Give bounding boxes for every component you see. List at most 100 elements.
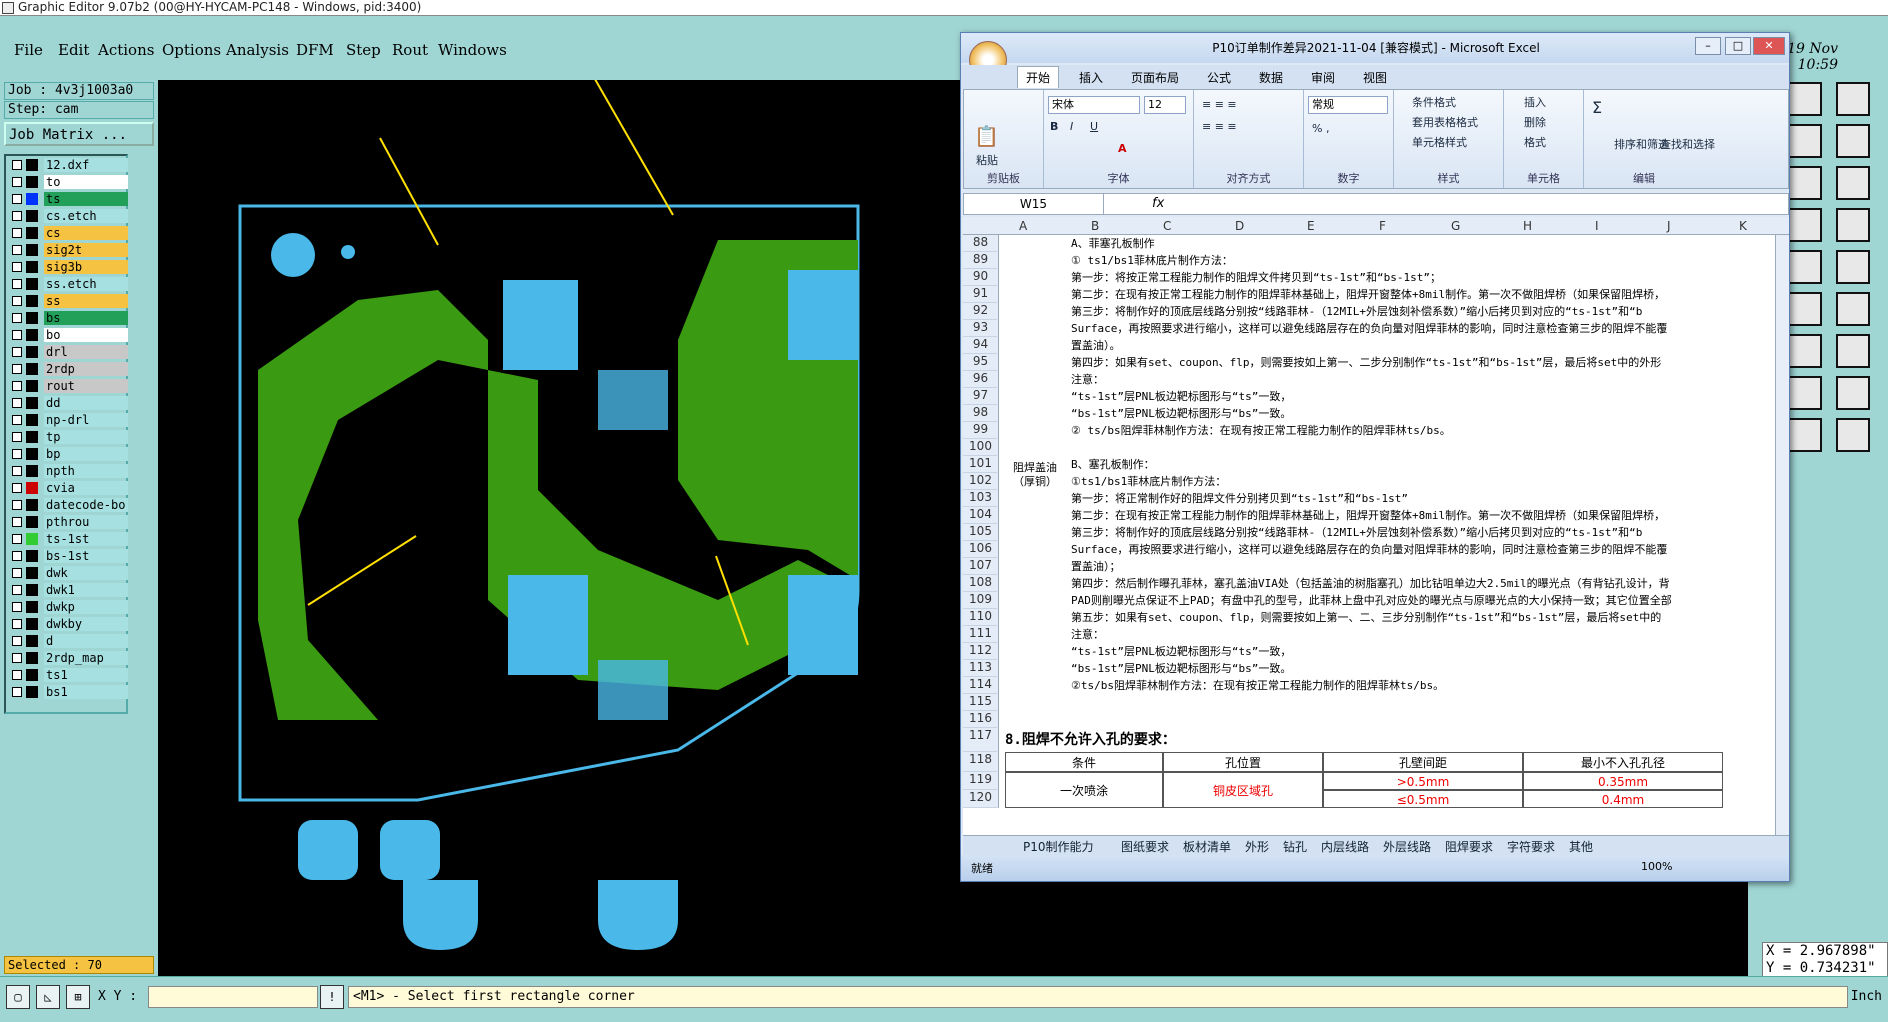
cell-text[interactable]: 第四步：然后制作曝孔菲林，塞孔盖油VIA处（包括盖油的树脂塞孔）加比钻咀单边大2…	[1071, 575, 1771, 592]
layer-name[interactable]: cs	[44, 226, 128, 240]
layer-color-swatch[interactable]	[26, 567, 38, 579]
column-header[interactable]: K	[1739, 219, 1747, 233]
tool-8[interactable]	[1836, 208, 1870, 242]
layer-color-swatch[interactable]	[26, 431, 38, 443]
layer-checkbox[interactable]	[12, 585, 22, 595]
row-number[interactable]: 90	[963, 269, 999, 286]
number-format-select[interactable]: 常规	[1308, 96, 1388, 114]
layer-name[interactable]: ss	[44, 294, 128, 308]
layer-color-swatch[interactable]	[26, 295, 38, 307]
layer-name[interactable]: d	[44, 634, 128, 648]
cell-text[interactable]: 注意：	[1071, 371, 1771, 388]
row-number[interactable]: 104	[963, 507, 999, 524]
menu-edit[interactable]: Edit	[58, 41, 89, 59]
excel-window[interactable]: P10订单制作差异2021-11-04 [兼容模式] - Microsoft E…	[960, 32, 1790, 882]
cell-text[interactable]: 第一步：将正常制作好的阻焊文件分别拷贝到“ts-1st”和“bs-1st”	[1071, 490, 1771, 507]
table-header[interactable]: 孔位置	[1163, 752, 1323, 772]
layer-name[interactable]: dwkp	[44, 600, 128, 614]
layer-color-swatch[interactable]	[26, 482, 38, 494]
row-number[interactable]: 94	[963, 337, 999, 354]
menu-windows[interactable]: Windows	[438, 41, 507, 59]
tool-10[interactable]	[1836, 250, 1870, 284]
layer-checkbox[interactable]	[12, 449, 22, 459]
cell-text[interactable]	[1071, 694, 1771, 711]
layer-checkbox[interactable]	[12, 602, 22, 612]
layer-row[interactable]: cs	[8, 226, 128, 240]
column-header[interactable]: J	[1667, 219, 1671, 233]
sheet-tab[interactable]: P10制作能力	[1023, 838, 1094, 855]
layer-name[interactable]: bp	[44, 447, 128, 461]
layer-color-swatch[interactable]	[26, 261, 38, 273]
xy-input[interactable]	[148, 986, 318, 1008]
layer-name[interactable]: cvia	[44, 481, 128, 495]
cell-text[interactable]: ①ts1/bs1菲林底片制作方法：	[1071, 473, 1771, 490]
tool-17[interactable]	[1788, 418, 1822, 452]
tool-5[interactable]	[1788, 166, 1822, 200]
layer-checkbox[interactable]	[12, 517, 22, 527]
table-cell[interactable]: >0.5mm	[1323, 772, 1523, 790]
tool-9[interactable]	[1788, 250, 1822, 284]
layer-checkbox[interactable]	[12, 347, 22, 357]
sheet-tab[interactable]: 阻焊要求	[1445, 838, 1493, 855]
sheet-tab[interactable]: 图纸要求	[1121, 838, 1169, 855]
cell-text[interactable]: “bs-1st”层PNL板边靶标图形与“bs”一致。	[1071, 660, 1771, 677]
table-header[interactable]: 条件	[1005, 752, 1163, 772]
tool-2[interactable]	[1836, 82, 1870, 116]
cell-text[interactable]: Surface，再按照要求进行缩小，这样可以避免线路层存在的负向量对阻焊菲林的影…	[1071, 541, 1771, 558]
layer-name[interactable]: dwkby	[44, 617, 128, 631]
column-header[interactable]: G	[1451, 219, 1460, 233]
paste-label[interactable]: 粘贴	[976, 152, 998, 168]
column-header[interactable]: H	[1523, 219, 1532, 233]
sheet-tab[interactable]: 字符要求	[1507, 838, 1555, 855]
cell-text[interactable]: “ts-1st”层PNL板边靶标图形与“ts”一致，	[1071, 643, 1771, 660]
align-icons-2[interactable]: ≡ ≡ ≡	[1202, 120, 1237, 133]
layer-name[interactable]: dd	[44, 396, 128, 410]
layer-name[interactable]: sig3b	[44, 260, 128, 274]
tab-insert[interactable]: 插入	[1079, 69, 1103, 86]
tab-view[interactable]: 视图	[1363, 69, 1387, 86]
layer-row[interactable]: cvia	[8, 481, 128, 495]
cell-text[interactable]: 注意：	[1071, 626, 1771, 643]
table-cell[interactable]: ≤0.5mm	[1323, 790, 1523, 808]
sheet-tab[interactable]: 外层线路	[1383, 838, 1431, 855]
row-number[interactable]: 100	[963, 439, 999, 456]
layer-checkbox[interactable]	[12, 194, 22, 204]
row-number[interactable]: 91	[963, 286, 999, 303]
layer-checkbox[interactable]	[12, 653, 22, 663]
cell-text[interactable]: ②ts/bs阻焊菲林制作方法：在现有按正常工程能力制作的阻焊菲林ts/bs。	[1071, 677, 1771, 694]
row-number[interactable]: 119	[963, 772, 999, 790]
maximize-button[interactable]: □	[1725, 37, 1751, 55]
cell-text[interactable]: 第四步：如果有set、coupon、flp，则需要按如上第一、二步分别制作“ts…	[1071, 354, 1771, 371]
row-number[interactable]: 114	[963, 677, 999, 694]
layer-row[interactable]: rout	[8, 379, 128, 393]
layer-name[interactable]: datecode-bo	[44, 498, 128, 512]
layer-checkbox[interactable]	[12, 160, 22, 170]
layer-name[interactable]: bs1	[44, 685, 128, 699]
layer-color-swatch[interactable]	[26, 635, 38, 647]
row-number[interactable]: 92	[963, 303, 999, 320]
column-header[interactable]: I	[1595, 219, 1599, 233]
select-tool-button[interactable]: ▢	[6, 985, 30, 1009]
layer-color-swatch[interactable]	[26, 414, 38, 426]
row-number[interactable]: 120	[963, 790, 999, 808]
sheet-tab[interactable]: 板材清单	[1183, 838, 1231, 855]
layer-checkbox[interactable]	[12, 568, 22, 578]
layer-checkbox[interactable]	[12, 432, 22, 442]
layer-name[interactable]: sig2t	[44, 243, 128, 257]
layer-color-swatch[interactable]	[26, 686, 38, 698]
menu-step[interactable]: Step	[346, 41, 381, 59]
delete-cells-button[interactable]: 删除	[1524, 114, 1546, 130]
tab-page-layout[interactable]: 页面布局	[1131, 69, 1179, 86]
menu-actions[interactable]: Actions	[98, 41, 154, 59]
align-icons[interactable]: ≡ ≡ ≡	[1202, 98, 1237, 111]
row-number[interactable]: 108	[963, 575, 999, 592]
layer-name[interactable]: dwk1	[44, 583, 128, 597]
layer-checkbox[interactable]	[12, 534, 22, 544]
layer-checkbox[interactable]	[12, 381, 22, 391]
cell-text[interactable]: 第二步：在现有按正常工程能力制作的阻焊菲林基础上，阻焊开窗整体+8mil制作。第…	[1071, 286, 1771, 303]
layer-row[interactable]: to	[8, 175, 128, 189]
layer-name[interactable]: npth	[44, 464, 128, 478]
layer-name[interactable]: bs-1st	[44, 549, 128, 563]
layer-checkbox[interactable]	[12, 619, 22, 629]
job-matrix-button[interactable]: Job Matrix ...	[4, 122, 154, 146]
